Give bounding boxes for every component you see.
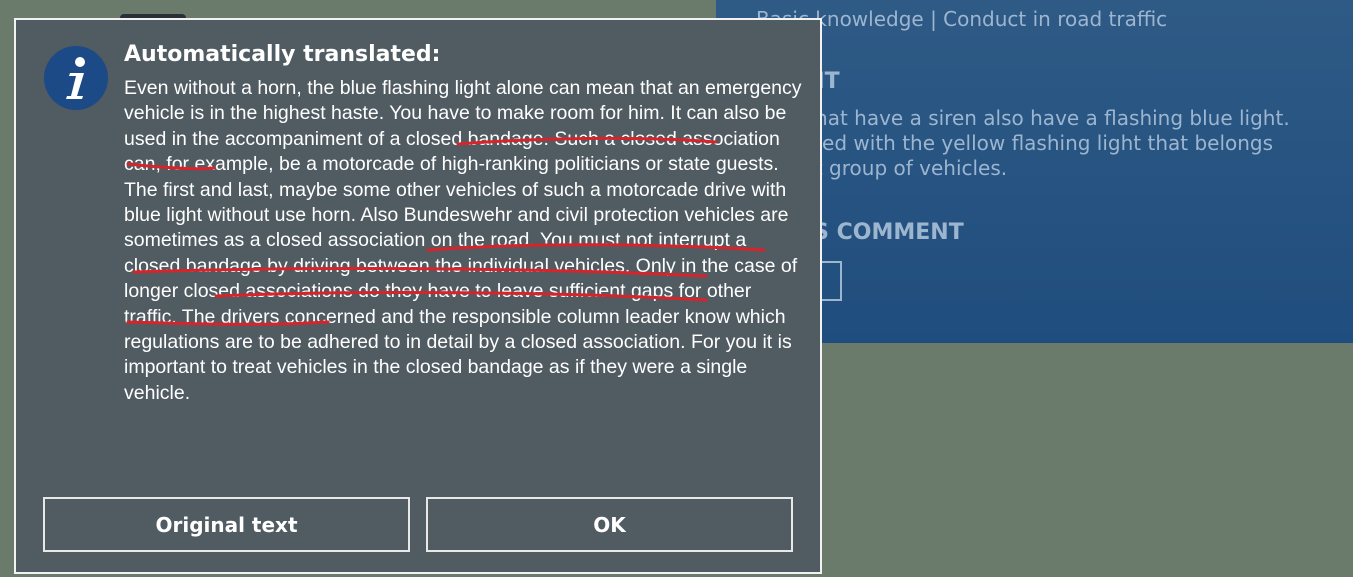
hint-text: icles that have a siren also have a flas… xyxy=(756,106,1290,180)
dialog-title: Automatically translated: xyxy=(124,42,441,67)
translation-dialog: Automatically translated: Even without a… xyxy=(14,18,822,574)
translated-text: Even without a horn, the blue flashing l… xyxy=(124,77,802,404)
info-icon xyxy=(44,46,108,110)
original-text-button[interactable]: Original text xyxy=(43,497,410,552)
info-glyph-icon xyxy=(66,57,85,99)
ok-button[interactable]: OK xyxy=(426,497,793,552)
